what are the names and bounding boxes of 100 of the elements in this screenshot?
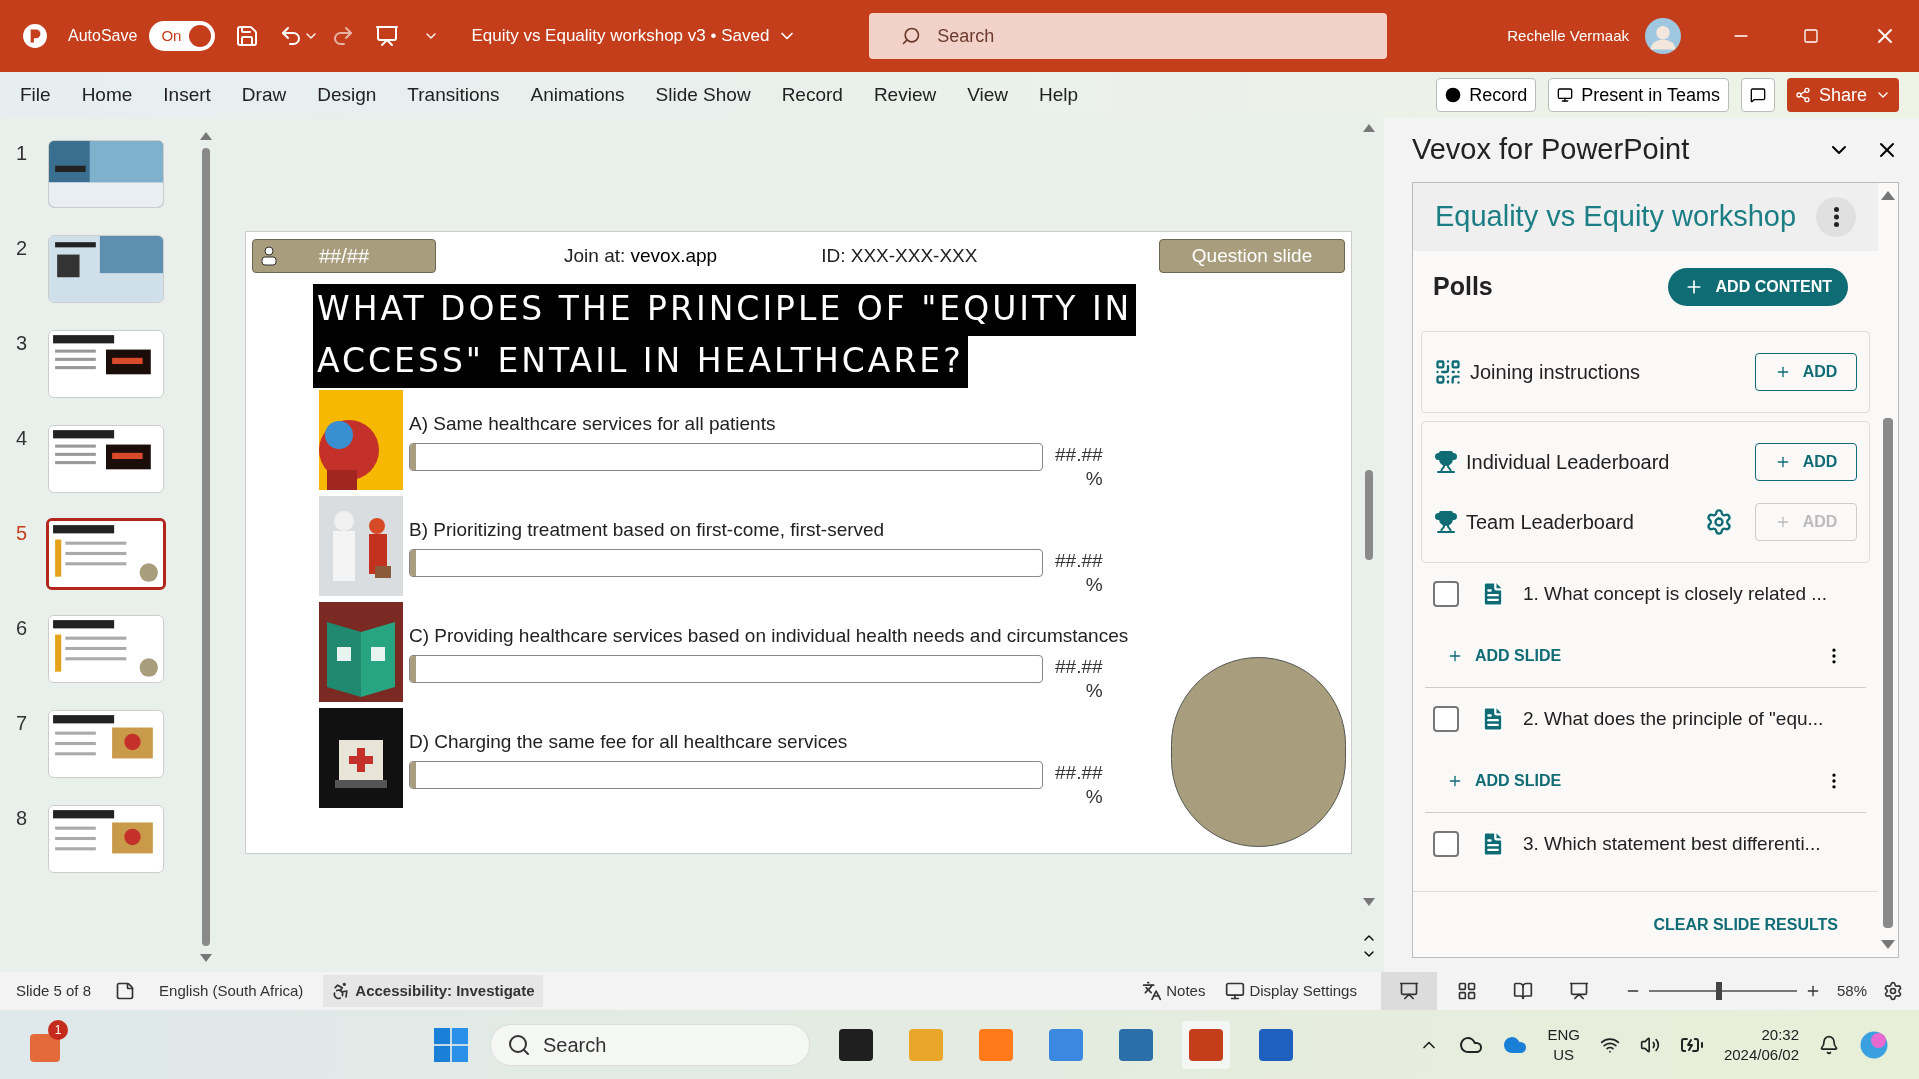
display-settings-button[interactable]: Display Settings <box>1225 979 1357 1003</box>
volume-icon[interactable] <box>1639 1034 1660 1055</box>
result-value: ##.## <box>1055 760 1103 785</box>
slide-number: 3 <box>16 331 29 356</box>
plus-icon <box>1447 648 1463 664</box>
trophy-icon <box>1434 450 1458 474</box>
slide-show-icon[interactable] <box>1568 981 1589 1001</box>
poll-title: 3. Which statement best differenti... <box>1523 831 1821 856</box>
avatar-icon[interactable] <box>1645 18 1681 54</box>
slide-number: 7 <box>16 711 29 736</box>
menu-tab[interactable]: Review <box>873 80 937 110</box>
slide-number: 5 <box>16 521 29 546</box>
plus-icon <box>1447 773 1463 789</box>
menu-tab[interactable]: View <box>967 80 1009 110</box>
poll-checkbox[interactable] <box>1433 831 1459 857</box>
scroll-up-icon[interactable] <box>1881 191 1895 200</box>
question-title: ACCESS" ENTAIL IN HEALTHCARE? <box>313 336 968 388</box>
question-title: WHAT DOES THE PRINCIPLE OF "EQUITY IN <box>313 284 1137 336</box>
feature-label: Individual Leaderboard <box>1466 450 1670 475</box>
slide-number: 2 <box>16 236 29 261</box>
answer-option: C) Providing healthcare services based on individual health needs and circumstances <box>409 622 1129 651</box>
accessibility-button[interactable]: Accessibility: Investigate <box>323 975 543 1007</box>
add-button[interactable]: ADD <box>1755 443 1857 481</box>
start-icon[interactable] <box>434 1027 468 1062</box>
monitor-icon <box>1557 87 1574 103</box>
poll-checkbox[interactable] <box>1433 581 1459 607</box>
notes-button[interactable]: Notes <box>1142 979 1206 1003</box>
zoom-level: 58% <box>1836 980 1867 1001</box>
scrollbar-thumb[interactable] <box>1365 470 1373 560</box>
present-in-teams-button[interactable]: Present in Teams <box>1548 78 1729 112</box>
add-slide-button[interactable]: ADD SLIDE <box>1447 769 1562 793</box>
zoom-slider-thumb[interactable] <box>1715 982 1722 1000</box>
fit-to-window-icon[interactable] <box>1883 981 1903 1001</box>
result-unit: % <box>1085 784 1103 809</box>
input-region: US <box>1553 1044 1575 1065</box>
reading-view-icon[interactable] <box>1512 981 1533 1001</box>
autosave-toggle[interactable]: On <box>149 21 216 51</box>
menu-tab[interactable]: Draw <box>241 80 287 110</box>
answer-option: D) Charging the same fee for all healthcare services <box>409 728 1103 757</box>
more-button[interactable] <box>1816 197 1856 237</box>
scroll-up-icon[interactable] <box>200 132 212 140</box>
restore-icon[interactable] <box>1803 28 1819 44</box>
add-button[interactable]: ADD <box>1755 353 1857 391</box>
add-slide-button[interactable]: ADD SLIDE <box>1447 644 1562 668</box>
copilot-icon[interactable] <box>1859 1029 1889 1060</box>
scroll-up-icon[interactable] <box>1363 124 1375 132</box>
result-value: ##.## <box>1055 654 1103 679</box>
notes-icon <box>1142 981 1163 1001</box>
slide-number: 1 <box>16 141 29 166</box>
clear-results-button[interactable]: CLEAR SLIDE RESULTS <box>1653 912 1838 937</box>
scroll-down-icon[interactable] <box>1363 898 1375 906</box>
menu-tab[interactable]: Slide Show <box>655 80 751 110</box>
answer-option: A) Same healthcare services for all patients <box>409 410 1103 439</box>
menu-tab[interactable]: Animations <box>530 80 625 110</box>
app-logo-icon[interactable] <box>22 23 48 49</box>
scroll-down-icon[interactable] <box>200 954 212 962</box>
answer-option: B) Prioritizing treatment based on first-come, first-served <box>409 516 1103 545</box>
trophy-icon <box>1434 510 1458 534</box>
search-field[interactable]: Search <box>869 13 1388 59</box>
document-title[interactable]: Equity vs Equality workshop v3 • Saved <box>471 23 798 49</box>
autosave-label: AutoSave <box>68 26 138 46</box>
menu-tab[interactable]: Insert <box>163 80 211 110</box>
monitor-icon <box>1225 981 1246 1001</box>
pane-title: Vevox for PowerPoint <box>1412 132 1690 168</box>
comments-button[interactable] <box>1740 78 1775 112</box>
menu-tab[interactable]: Help <box>1039 80 1079 110</box>
menu-tab[interactable]: Design <box>317 80 377 110</box>
language-button[interactable]: English (South Africa) <box>159 979 304 1003</box>
record-button[interactable]: Record <box>1436 78 1537 112</box>
poll-title: 2. What does the principle of "equ... <box>1523 706 1824 731</box>
search-icon <box>901 26 922 46</box>
scrollbar-thumb[interactable] <box>202 148 210 946</box>
participant-count: ##/## <box>252 239 436 273</box>
notification-badge: 1 <box>48 1019 68 1040</box>
menu-tab[interactable]: Record <box>781 80 843 110</box>
notifications-icon[interactable] <box>1819 1034 1839 1055</box>
normal-view-button[interactable] <box>1380 972 1437 1010</box>
search-icon <box>507 1032 531 1057</box>
taskbar-search[interactable]: Search <box>490 1023 810 1066</box>
poll-title: 1. What concept is closely related ... <box>1523 581 1828 606</box>
add-content-button[interactable]: ADD CONTENT <box>1667 268 1848 306</box>
input-language: ENG <box>1547 1024 1580 1045</box>
menu-tab[interactable]: Transitions <box>407 80 500 110</box>
slide-thumbnail[interactable] <box>46 518 166 590</box>
app-icon[interactable] <box>30 1033 60 1062</box>
present-icon[interactable] <box>375 24 400 48</box>
share-button[interactable]: Share <box>1786 78 1899 112</box>
spelling-icon[interactable] <box>115 981 136 1001</box>
feature-label: Joining instructions <box>1470 360 1641 385</box>
slide-sorter-icon[interactable] <box>1456 981 1477 1001</box>
menu-tab[interactable]: Home <box>81 80 133 110</box>
scroll-down-icon[interactable] <box>1881 940 1895 949</box>
poll-checkbox[interactable] <box>1433 706 1459 732</box>
clock-date: 2024/06/02 <box>1723 1044 1799 1065</box>
normal-view-icon <box>1398 981 1419 1001</box>
scrollbar-thumb[interactable] <box>1883 418 1893 928</box>
person-icon <box>261 246 277 266</box>
save-icon[interactable] <box>235 24 260 48</box>
menu-tab[interactable]: File <box>20 80 51 110</box>
record-icon <box>1445 87 1462 103</box>
